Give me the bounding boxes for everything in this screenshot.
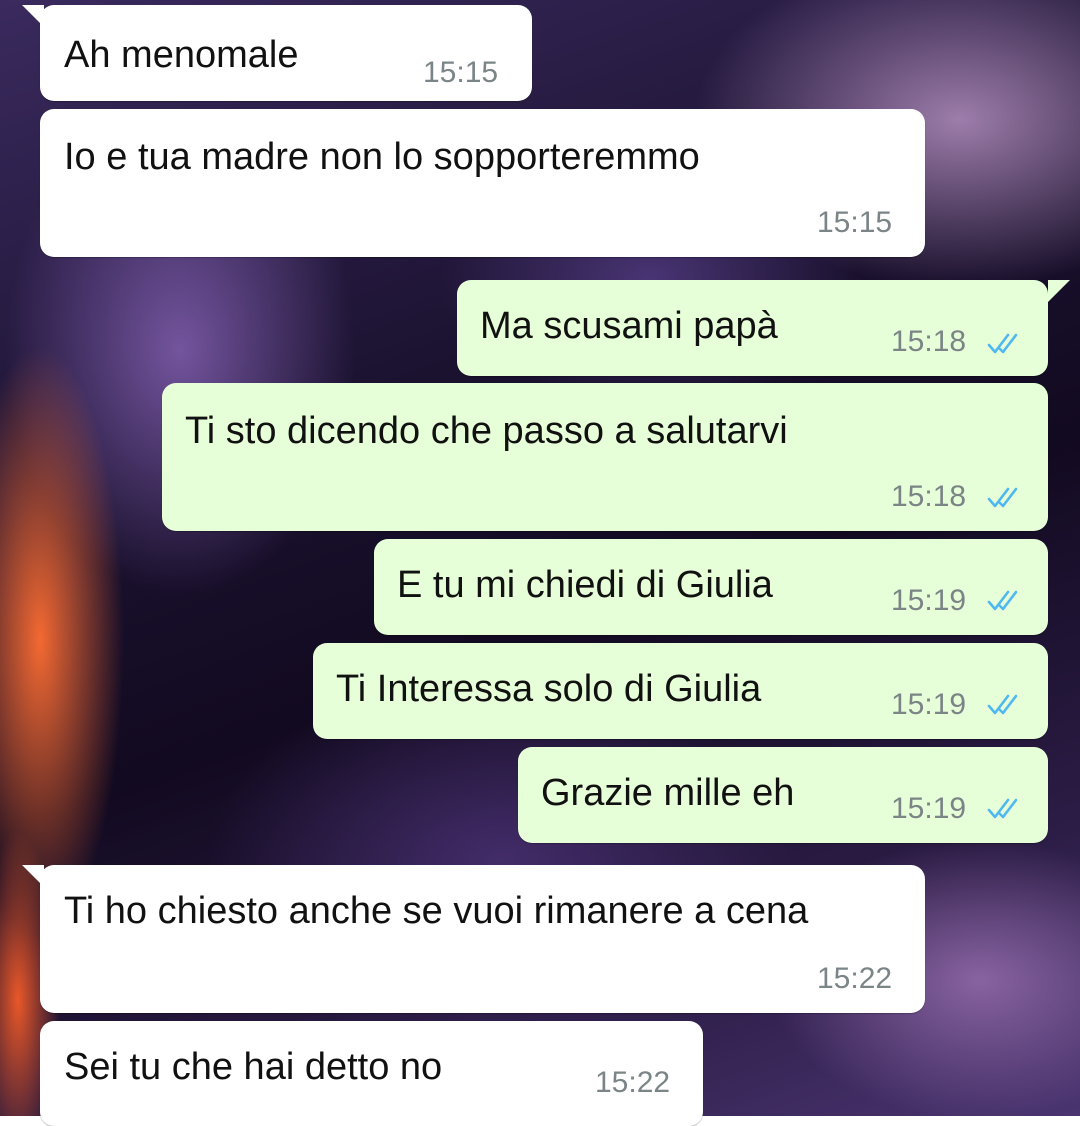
read-double-check-icon bbox=[987, 694, 1018, 715]
bubble-tail bbox=[22, 865, 44, 887]
message-time: 15:19 bbox=[891, 688, 967, 721]
message-text: Grazie mille eh bbox=[541, 772, 795, 814]
bubble-tail bbox=[1048, 280, 1070, 302]
message-bubble-outgoing[interactable]: Ti sto dicendo che passo a salutarvi 15:… bbox=[162, 383, 1048, 531]
read-double-check-icon bbox=[987, 590, 1018, 611]
message-text: Ah menomale bbox=[64, 34, 299, 76]
message-time: 15:19 bbox=[891, 792, 967, 825]
read-double-check-icon bbox=[987, 487, 1018, 508]
message-time: 15:18 bbox=[891, 480, 967, 513]
message-time: 15:15 bbox=[423, 56, 499, 89]
message-text: Sei tu che hai detto no bbox=[64, 1046, 443, 1088]
message-bubble-outgoing[interactable]: Grazie mille eh 15:19 bbox=[518, 747, 1048, 843]
bubble-tail bbox=[22, 5, 44, 27]
message-time: 15:18 bbox=[891, 325, 967, 358]
message-text: Io e tua madre non lo sopporteremmo bbox=[64, 136, 700, 178]
message-bubble-outgoing[interactable]: E tu mi chiedi di Giulia 15:19 bbox=[374, 539, 1048, 635]
message-time: 15:22 bbox=[817, 962, 893, 995]
message-bubble-outgoing[interactable]: Ma scusami papà 15:18 bbox=[457, 280, 1048, 376]
message-bubble-incoming[interactable]: Ah menomale 15:15 bbox=[40, 5, 532, 101]
read-double-check-icon bbox=[987, 333, 1018, 354]
message-text: Ma scusami papà bbox=[480, 305, 778, 347]
read-double-check-icon bbox=[987, 798, 1018, 819]
message-time: 15:22 bbox=[595, 1066, 671, 1099]
message-time: 15:15 bbox=[817, 206, 893, 239]
message-text: E tu mi chiedi di Giulia bbox=[397, 564, 773, 606]
message-text: Ti ho chiesto anche se vuoi rimanere a c… bbox=[64, 890, 809, 932]
message-bubble-incoming[interactable]: Ti ho chiesto anche se vuoi rimanere a c… bbox=[40, 865, 925, 1013]
message-text: Ti Interessa solo di Giulia bbox=[336, 668, 762, 710]
message-time: 15:19 bbox=[891, 584, 967, 617]
message-bubble-outgoing[interactable]: Ti Interessa solo di Giulia 15:19 bbox=[313, 643, 1048, 739]
message-text: Ti sto dicendo che passo a salutarvi bbox=[185, 410, 788, 452]
message-bubble-incoming[interactable]: Sei tu che hai detto no 15:22 bbox=[40, 1021, 703, 1126]
message-bubble-incoming[interactable]: Io e tua madre non lo sopporteremmo 15:1… bbox=[40, 109, 925, 257]
